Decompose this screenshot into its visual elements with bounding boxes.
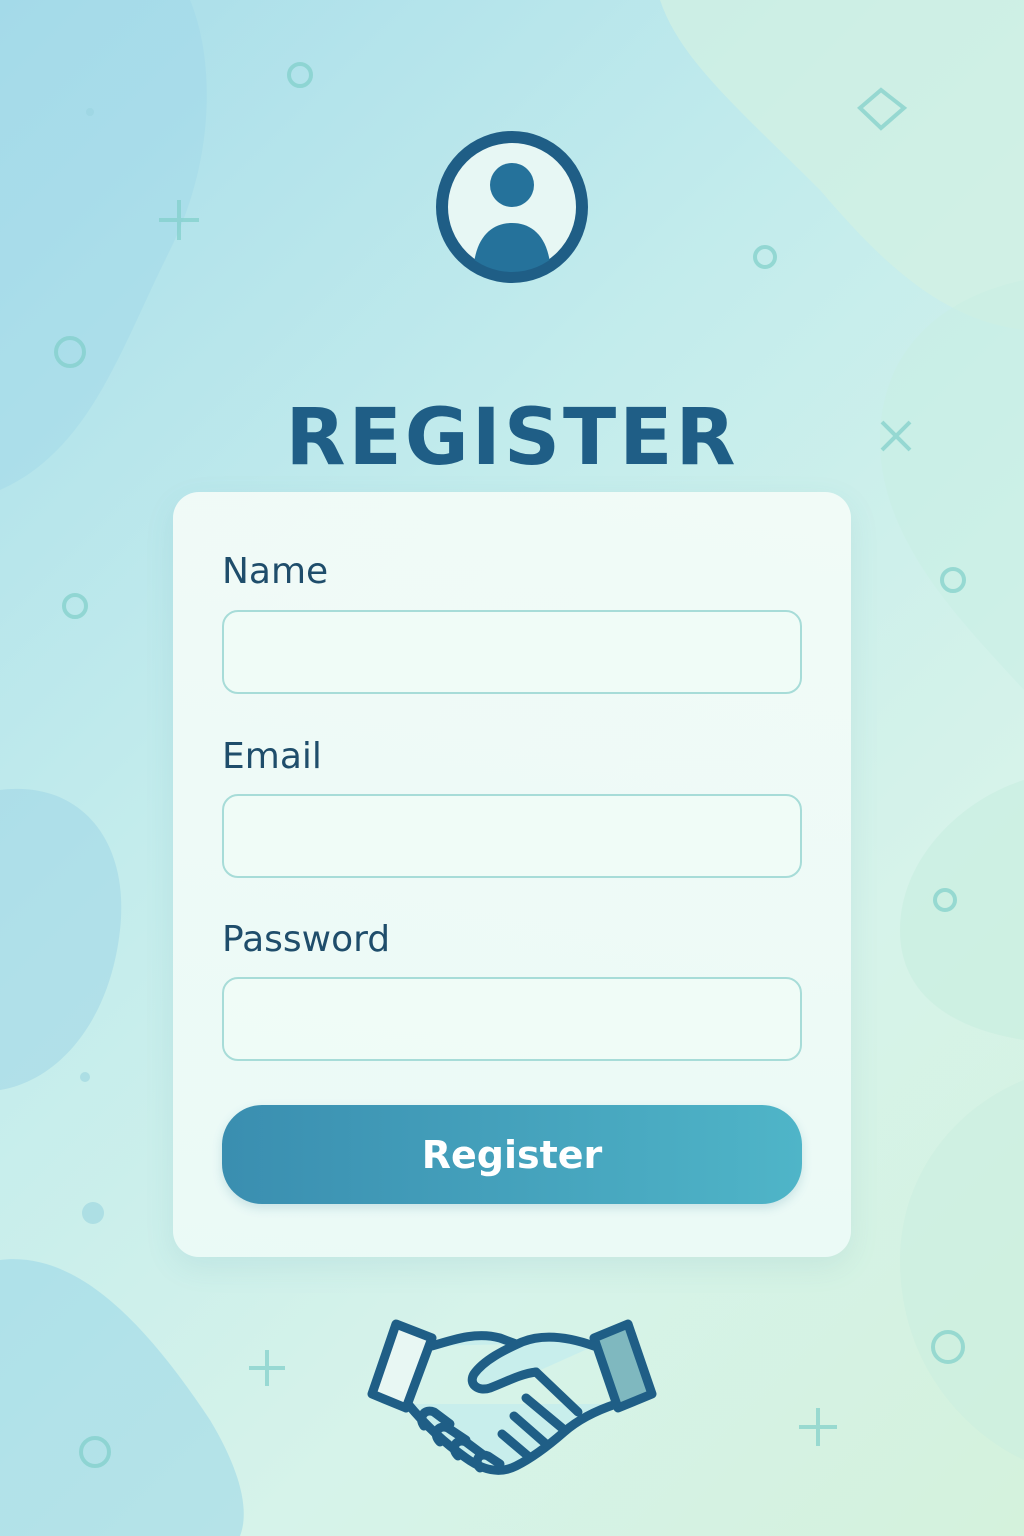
decor-dot bbox=[80, 1072, 90, 1082]
decor-plus bbox=[799, 1408, 837, 1446]
register-form-card: Name Email Password Register bbox=[173, 492, 851, 1257]
name-label: Name bbox=[222, 551, 329, 592]
password-input[interactable] bbox=[222, 977, 802, 1061]
background-blob bbox=[0, 788, 122, 1090]
handshake-icon bbox=[367, 1319, 657, 1475]
name-input[interactable] bbox=[222, 610, 802, 694]
email-input[interactable] bbox=[222, 794, 802, 878]
decor-dot bbox=[86, 108, 94, 116]
background-blob bbox=[900, 780, 1024, 1040]
decor-dot bbox=[82, 1202, 104, 1224]
email-label: Email bbox=[222, 736, 322, 777]
decor-circle bbox=[287, 62, 313, 88]
decor-plus bbox=[249, 1350, 285, 1386]
background-blob bbox=[900, 1080, 1024, 1460]
register-button[interactable]: Register bbox=[222, 1105, 802, 1204]
decor-circle bbox=[62, 593, 88, 619]
password-label: Password bbox=[222, 919, 391, 960]
user-avatar-icon bbox=[436, 131, 588, 283]
background-blob bbox=[660, 0, 1024, 330]
decor-circle bbox=[753, 245, 777, 269]
background-blob bbox=[0, 1259, 244, 1536]
page-title: REGISTER bbox=[285, 393, 739, 484]
